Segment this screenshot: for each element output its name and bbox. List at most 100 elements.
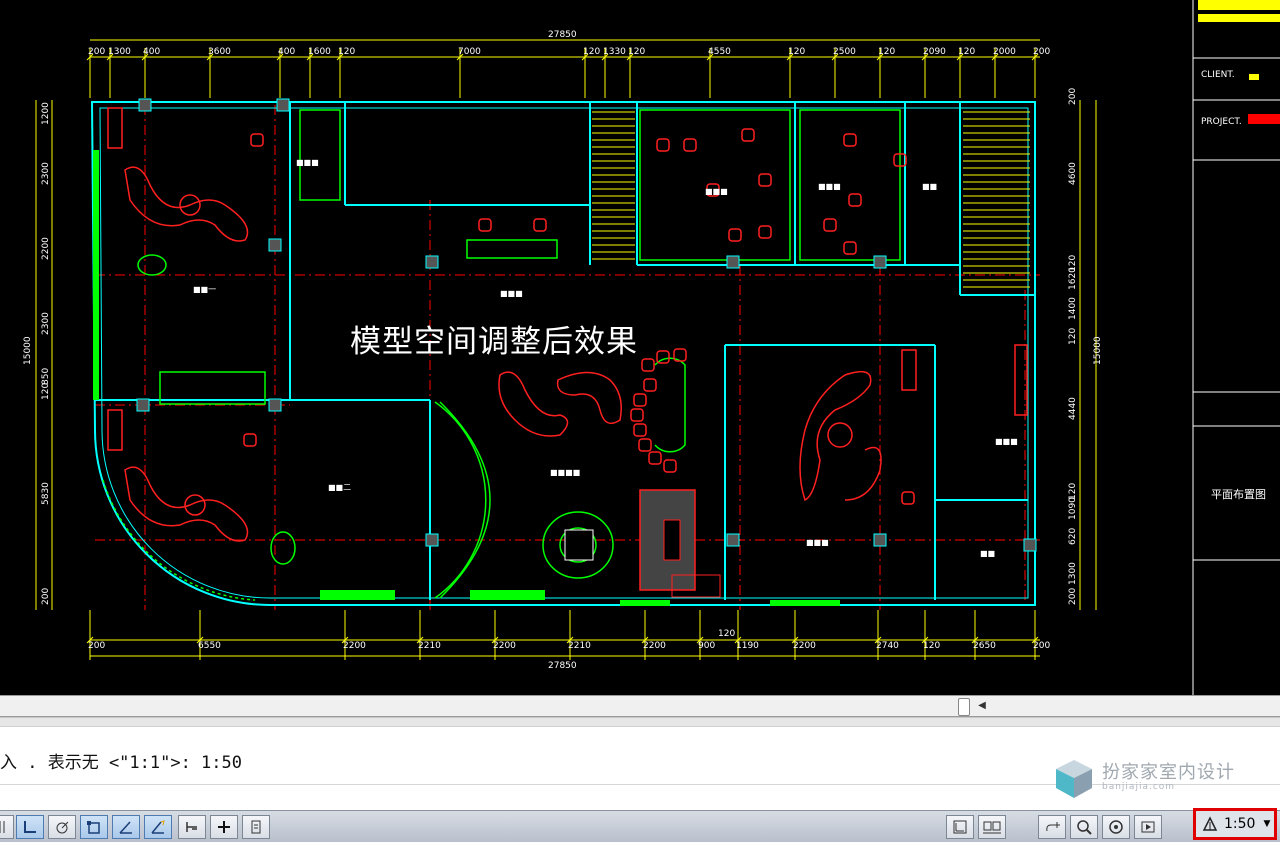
- top-dim-label: 2000: [993, 47, 1016, 57]
- left-dim-label: 200: [41, 588, 51, 605]
- svg-text:■■■: ■■■: [296, 158, 319, 167]
- right-dim-label: 1090: [1068, 497, 1078, 520]
- left-dim-label: 1200: [41, 102, 51, 125]
- watermark-cube-icon: [1056, 760, 1092, 798]
- svg-text:■■■: ■■■: [806, 538, 829, 547]
- bottom-dim-label: 900: [698, 641, 715, 651]
- right-dim-label: 200: [1068, 588, 1078, 605]
- reception-desk: [564, 489, 721, 598]
- pan-icon[interactable]: [1038, 815, 1066, 839]
- showmotion-icon[interactable]: [1134, 815, 1162, 839]
- dynamic-input-icon[interactable]: [178, 815, 206, 839]
- bottom-dim-label: 2200: [343, 641, 366, 651]
- horizontal-scrollbar[interactable]: ◀: [0, 695, 1280, 717]
- top-dim-label: 400: [278, 47, 295, 57]
- sheet-title: 平面布置图: [1211, 488, 1266, 501]
- chevron-down-icon: ▼: [1263, 819, 1271, 829]
- overall-dim-bottom: 27850: [548, 661, 577, 671]
- bottom-dim-label: 6550: [198, 641, 221, 651]
- command-prompt[interactable]: 入 . 表示无 <"1:1">: 1:50: [0, 748, 242, 773]
- left-dim-label: 2300: [41, 312, 51, 335]
- svg-text:■■■: ■■■: [705, 187, 728, 196]
- bottom-dim-label: 2650: [973, 641, 996, 651]
- top-dim-label: 7000: [458, 47, 481, 57]
- top-dim-label: 120: [628, 47, 645, 57]
- top-dim-label: 120: [338, 47, 355, 57]
- bottom-dim-label: 2210: [418, 641, 441, 651]
- bottom-dim-label: 200: [1033, 641, 1050, 651]
- overlay-caption: 模型空间调整后效果: [350, 324, 638, 360]
- left-dim-label: 2200: [41, 237, 51, 260]
- top-dim-label: 1300: [108, 47, 131, 57]
- top-dim-label: 1600: [308, 47, 331, 57]
- watermark: 扮家家室内设计 banjiajia.com: [1052, 756, 1252, 802]
- bottom-dim-label: 2200: [643, 641, 666, 651]
- overall-dim-top: 27850: [548, 30, 577, 40]
- svg-text:■■■: ■■■: [500, 289, 523, 298]
- top-dim-label: 120: [878, 47, 895, 57]
- scroll-left-arrow[interactable]: ◀: [975, 698, 989, 714]
- top-dim-label: 400: [143, 47, 160, 57]
- bottom-dim-label: 2200: [793, 641, 816, 651]
- annotation-scale-control[interactable]: 1:50 ▼: [1193, 808, 1277, 840]
- polar-tracking-icon[interactable]: [48, 815, 76, 839]
- right-dim-label: 120: [1068, 328, 1078, 345]
- left-dim-label: 5830: [41, 482, 51, 505]
- object-snap-icon[interactable]: [80, 815, 108, 839]
- watermark-name: 扮家家室内设计: [1102, 762, 1235, 783]
- model-space-icon[interactable]: [946, 815, 974, 839]
- svg-text:■■一: ■■一: [193, 285, 216, 294]
- scroll-thumb[interactable]: [958, 698, 970, 716]
- right-dim-label: 1400: [1068, 297, 1078, 320]
- zoom-icon[interactable]: [1070, 815, 1098, 839]
- bottom-dim-label: 1190: [736, 641, 759, 651]
- svg-text:■■二: ■■二: [328, 483, 351, 492]
- watermark-url: banjiajia.com: [1102, 782, 1176, 792]
- floor-plan-drawing: ■■一 ■■二 ■■■ ■■■ ■■ ■■■ ■■■ ■■■■ ■■■ ■■■ …: [23, 0, 1280, 695]
- svg-text:■■: ■■: [980, 549, 995, 558]
- command-history: [0, 718, 1280, 727]
- object-snap-tracking-icon[interactable]: [112, 815, 140, 839]
- ortho-mode-icon[interactable]: [16, 815, 44, 839]
- lineweight-icon[interactable]: [210, 815, 238, 839]
- top-dim-label: 3600: [208, 47, 231, 57]
- top-dim-label: 1330: [603, 47, 626, 57]
- svg-text:■■: ■■: [922, 182, 937, 191]
- top-dim-label: 200: [1033, 47, 1050, 57]
- model-space-viewport[interactable]: ■■一 ■■二 ■■■ ■■■ ■■ ■■■ ■■■ ■■■■ ■■■ ■■■ …: [0, 0, 1280, 695]
- left-dim-label: 850: [41, 368, 51, 385]
- right-dim-label: 1300: [1068, 562, 1078, 585]
- top-dim-label: 200: [88, 47, 105, 57]
- top-dim-label: 120: [788, 47, 805, 57]
- overall-dim-right: 15000: [1093, 336, 1103, 365]
- top-dim-label: 120: [958, 47, 975, 57]
- top-dim-label: 2090: [923, 47, 946, 57]
- bottom-dim-label: 200: [88, 641, 105, 651]
- top-dim-label: 120: [583, 47, 600, 57]
- annotation-scale-value: 1:50: [1224, 816, 1256, 832]
- annotation-scale-icon: [1202, 816, 1218, 831]
- overall-dim-left: 15000: [23, 336, 33, 365]
- right-dim-label: 1620: [1068, 267, 1078, 290]
- status-bar: [0, 810, 1280, 842]
- client-label: CLIENT.: [1201, 70, 1235, 80]
- right-dim-label: 620: [1068, 528, 1078, 545]
- bottom-dim-label-extra: 120: [718, 629, 735, 639]
- right-dim-label: 4440: [1068, 397, 1078, 420]
- bottom-dim-label: 2210: [568, 641, 591, 651]
- steering-wheel-icon[interactable]: [1102, 815, 1130, 839]
- right-dim-label: 200: [1068, 88, 1078, 105]
- bottom-dim-label: 2740: [876, 641, 899, 651]
- svg-text:■■■■: ■■■■: [550, 468, 580, 477]
- left-dim-label: 2300: [41, 162, 51, 185]
- left-dim-label: 120: [41, 383, 51, 400]
- quick-properties-icon[interactable]: [242, 815, 270, 839]
- top-dim-label: 4550: [708, 47, 731, 57]
- top-dim-label: 2500: [833, 47, 856, 57]
- right-dim-label: 4600: [1068, 162, 1078, 185]
- grid-display-button[interactable]: [0, 815, 14, 839]
- layout-view-icon[interactable]: [978, 815, 1006, 839]
- dynamic-ucs-icon[interactable]: [144, 815, 172, 839]
- project-label: PROJECT.: [1201, 117, 1242, 127]
- svg-text:■■■: ■■■: [818, 182, 841, 191]
